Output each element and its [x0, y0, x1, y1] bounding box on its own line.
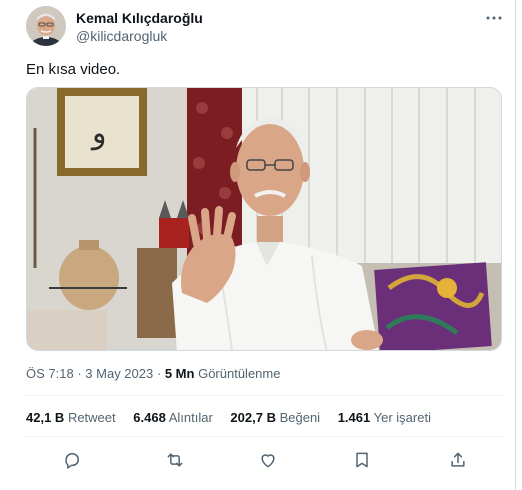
tweet-date[interactable]: 3 May 2023 — [85, 366, 153, 381]
meta-separator: · — [156, 366, 162, 381]
divider — [26, 436, 502, 437]
stat-retweets[interactable]: 42,1 B Retweet — [26, 409, 116, 427]
retweet-button[interactable] — [165, 450, 187, 472]
share-icon — [451, 452, 465, 467]
share-button[interactable] — [448, 450, 470, 472]
stat-count: 202,7 B — [230, 410, 276, 425]
more-options-icon[interactable] — [482, 8, 506, 28]
stat-label: Alıntılar — [168, 410, 213, 425]
retweet-icon — [167, 453, 183, 467]
video-frame-image: ﻭ — [27, 88, 501, 350]
video-media[interactable]: ﻭ — [26, 87, 502, 351]
svg-text:ﻭ: ﻭ — [90, 116, 107, 151]
meta-separator: · — [77, 366, 82, 381]
card-border — [515, 0, 516, 490]
like-button[interactable] — [258, 450, 280, 472]
action-bar — [38, 450, 488, 472]
stat-quotes[interactable]: 6.468 Alıntılar — [133, 409, 213, 427]
views-count: 5 Mn — [164, 366, 195, 381]
engagement-stats: 42,1 B Retweet 6.468 Alıntılar 202,7 B B… — [26, 409, 445, 427]
author-display-name[interactable]: Kemal Kılıçdaroğlu — [76, 9, 203, 27]
tweet-time[interactable]: ÖS 7:18 — [26, 366, 74, 381]
stat-count: 1.461 — [337, 410, 371, 425]
reply-icon — [65, 453, 79, 469]
stat-count: 42,1 B — [26, 410, 65, 425]
tweet-text: En kısa video. — [26, 61, 121, 78]
stat-bookmarks[interactable]: 1.461 Yer işareti — [338, 409, 431, 427]
divider — [26, 395, 502, 396]
tweet-header: Kemal Kılıçdaroğlu @kilicdarogluk — [26, 6, 506, 50]
reply-button[interactable] — [62, 450, 84, 472]
like-icon — [261, 454, 275, 468]
bookmark-icon — [356, 452, 368, 468]
views-label: Görüntülenme — [198, 366, 281, 381]
stat-label: Yer işareti — [373, 410, 431, 425]
stat-label: Retweet — [67, 410, 116, 425]
tweet-meta: ÖS 7:18 · 3 May 2023 · 5 Mn Görüntülenme — [26, 366, 280, 382]
stat-likes[interactable]: 202,7 B Beğeni — [230, 409, 320, 427]
avatar[interactable] — [26, 6, 66, 46]
author-names: Kemal Kılıçdaroğlu @kilicdarogluk — [76, 9, 203, 45]
stat-label: Beğeni — [279, 410, 321, 425]
stat-count: 6.468 — [133, 410, 166, 425]
author-handle[interactable]: @kilicdarogluk — [76, 27, 203, 45]
bookmark-button[interactable] — [352, 450, 374, 472]
tweet-card: Kemal Kılıçdaroğlu @kilicdarogluk En kıs… — [8, 0, 516, 490]
